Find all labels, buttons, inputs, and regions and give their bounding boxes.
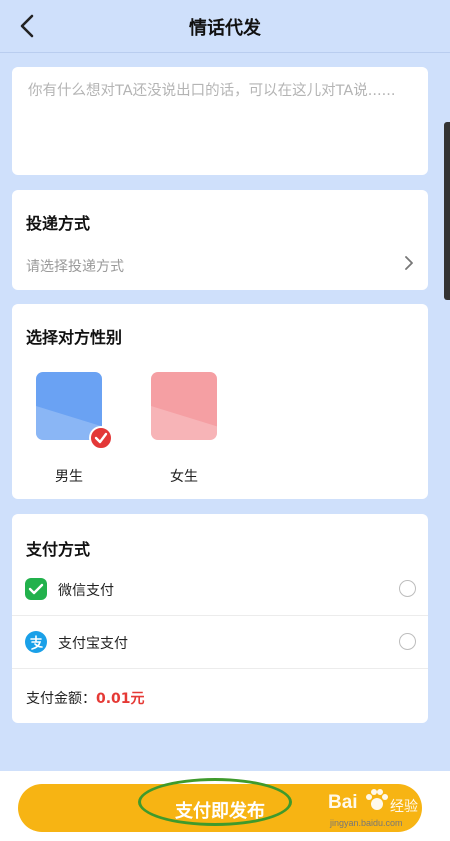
payment-option-alipay[interactable]: 支付宝支付 [12,616,428,669]
female-swatch [151,372,217,440]
gender-title: 选择对方性别 [26,328,123,347]
message-card [12,67,428,175]
check-badge-icon [89,426,113,450]
radio-alipay[interactable] [399,633,416,650]
delivery-placeholder: 请选择投递方式 [26,259,124,275]
submit-label: 支付即发布 [175,801,265,821]
gender-option-male[interactable]: 男生 [34,370,114,490]
amount-label: 支付金额： [26,691,96,707]
wechat-pay-icon [25,578,47,600]
payment-label-alipay: 支付宝支付 [58,636,128,652]
delivery-card: 投递方式 请选择投递方式 [12,190,428,290]
gender-option-female[interactable]: 女生 [149,370,229,490]
pay-and-publish-button[interactable]: 支付即发布 [18,784,422,832]
payment-amount: 支付金额：0.01元 [26,688,145,708]
gender-label-male: 男生 [55,469,83,485]
delivery-title: 投递方式 [26,214,91,233]
alipay-icon [25,631,47,653]
payment-title: 支付方式 [26,540,91,559]
scrollbar-thumb[interactable] [444,122,450,300]
message-input[interactable] [26,77,414,165]
swatch-shine [151,406,217,440]
bottom-bar: 支付即发布 [0,771,450,841]
gender-label-female: 女生 [170,469,198,485]
payment-card: 支付方式 微信支付 支付宝支付 支付金额：0.01元 [12,514,428,723]
amount-value: 0.01元 [96,691,145,707]
radio-wechat[interactable] [399,580,416,597]
delivery-method-select[interactable]: 请选择投递方式 [12,242,428,282]
chevron-right-icon [405,256,413,270]
payment-label-wechat: 微信支付 [58,583,114,599]
page-title: 情话代发 [189,18,261,39]
gender-card: 选择对方性别 男生 女生 [12,304,428,499]
payment-option-wechat[interactable]: 微信支付 [12,563,428,616]
top-bar: 情话代发 [0,0,450,53]
